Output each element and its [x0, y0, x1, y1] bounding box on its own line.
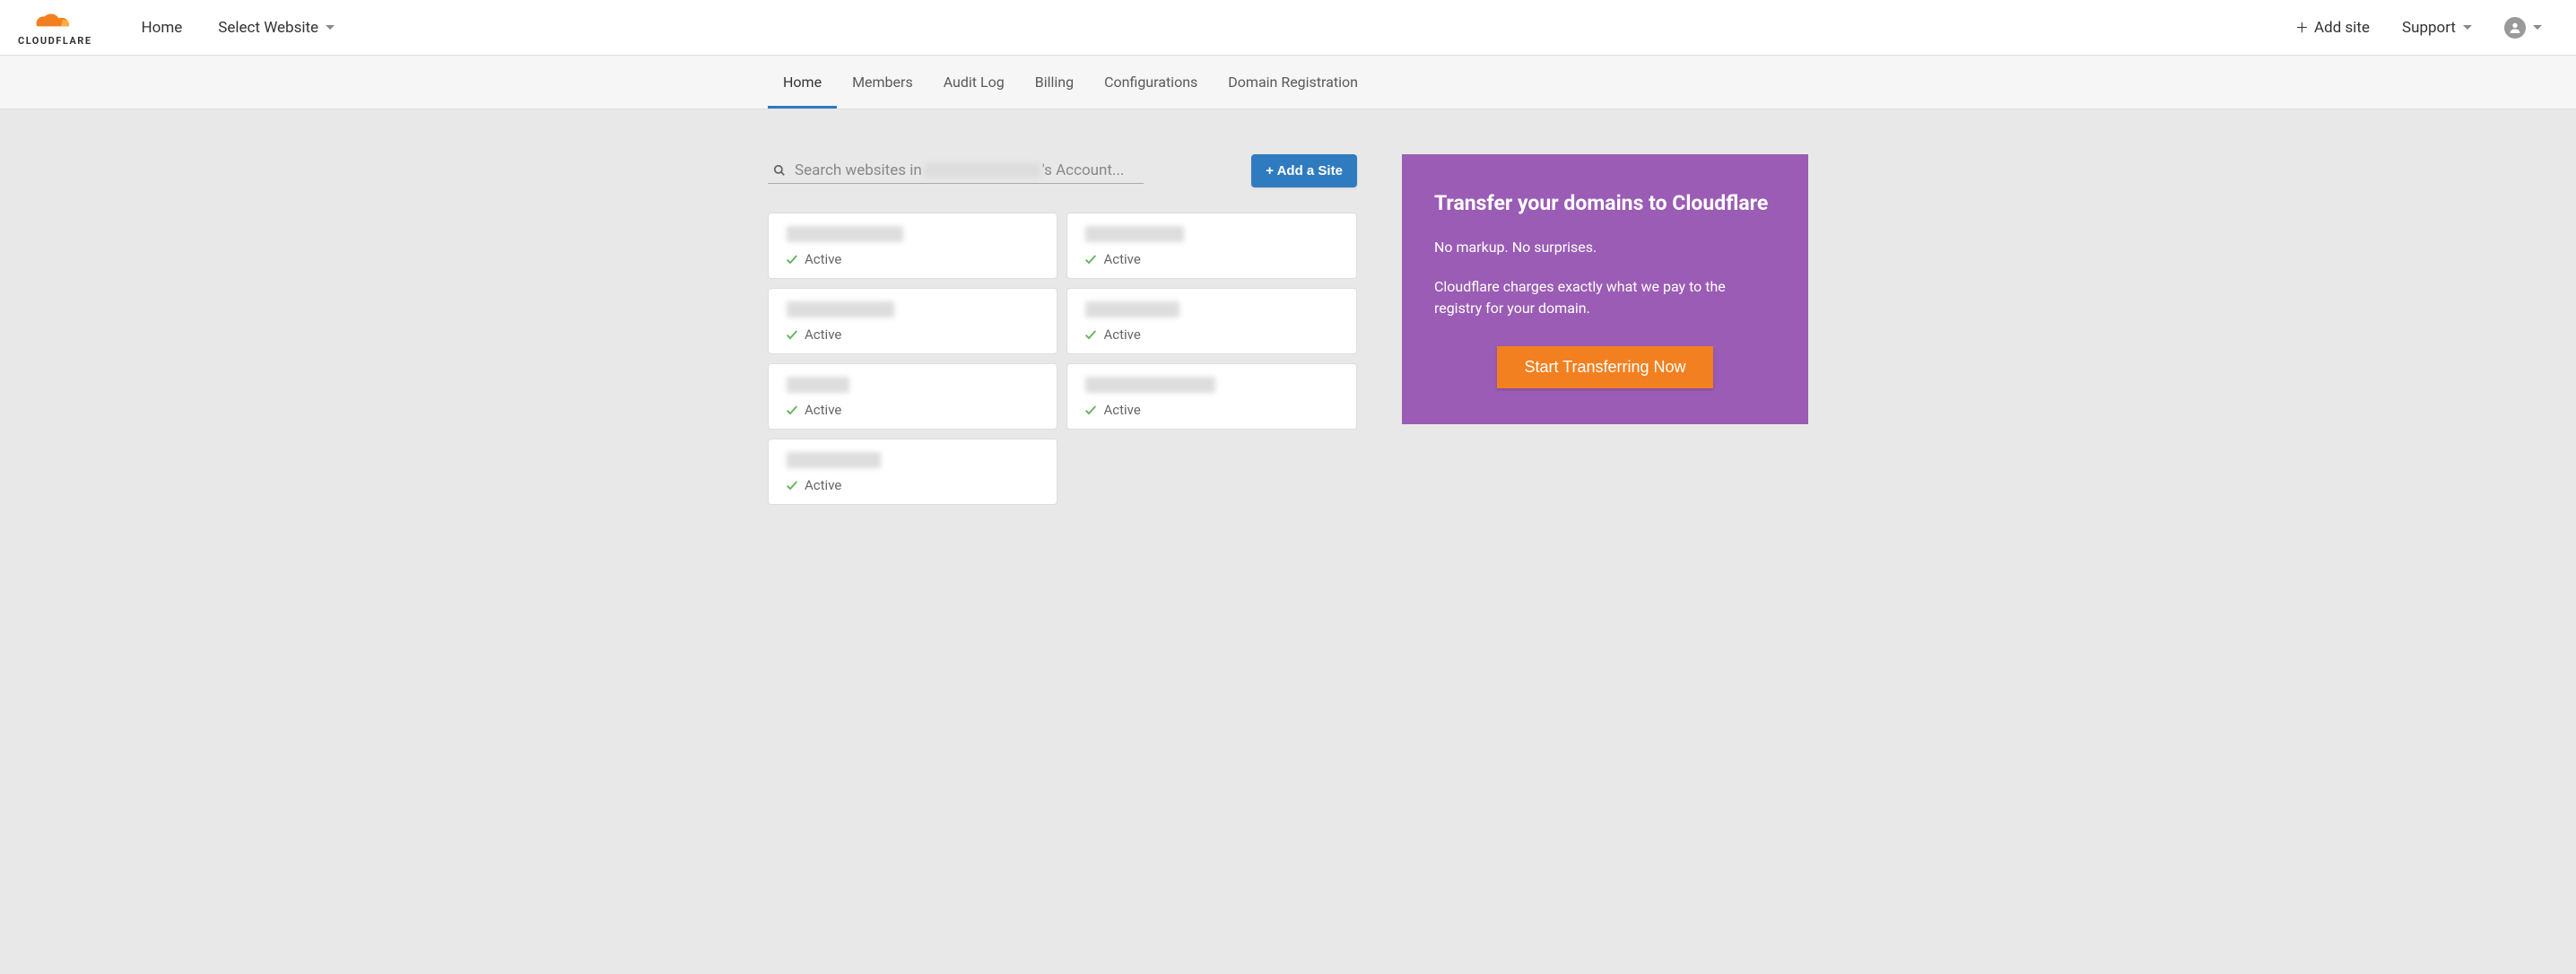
cloudflare-cloud-icon	[30, 8, 80, 33]
redacted-domain	[1085, 377, 1215, 393]
side-column: Transfer your domains to Cloudflare No m…	[1402, 154, 1808, 424]
add-site-label: Add site	[2314, 19, 2370, 37]
site-card[interactable]: Active	[1066, 288, 1356, 354]
main-column: Search websites in 's Account... + Add a…	[768, 154, 1357, 505]
status-badge: Active	[785, 251, 1040, 267]
tab-home[interactable]: Home	[768, 56, 837, 109]
search-icon	[773, 164, 786, 177]
site-card[interactable]: Active	[768, 439, 1057, 505]
site-card[interactable]: Active	[768, 363, 1057, 430]
chevron-down-icon	[2463, 25, 2472, 30]
add-site-button[interactable]: + Add a Site	[1251, 154, 1357, 187]
status-badge: Active	[785, 402, 1040, 418]
check-icon	[785, 327, 799, 342]
user-menu[interactable]	[2488, 17, 2558, 39]
check-icon	[1083, 403, 1098, 417]
promo-card: Transfer your domains to Cloudflare No m…	[1402, 154, 1808, 424]
redacted-domain	[787, 377, 849, 393]
nav-support[interactable]: Support	[2386, 19, 2488, 37]
status-badge: Active	[785, 326, 1040, 343]
site-card[interactable]: Active	[1066, 363, 1356, 430]
site-card[interactable]: Active	[768, 288, 1057, 354]
search-placeholder: Search websites in 's Account...	[795, 161, 1124, 179]
redacted-domain	[787, 226, 903, 242]
brand-text: CLOUDFLARE	[18, 35, 92, 47]
nav-select-website-label: Select Website	[218, 19, 318, 37]
status-badge: Active	[785, 477, 1040, 493]
promo-title: Transfer your domains to Cloudflare	[1434, 190, 1776, 217]
site-card[interactable]: Active	[768, 213, 1057, 279]
check-icon	[1083, 252, 1098, 266]
nav-home-label: Home	[142, 19, 183, 37]
redacted-account-name	[924, 163, 1040, 178]
tab-billing[interactable]: Billing	[1020, 56, 1089, 109]
nav-support-label: Support	[2402, 19, 2456, 37]
search-input[interactable]: Search websites in 's Account...	[768, 158, 1144, 184]
nav-select-website[interactable]: Select Website	[200, 19, 352, 37]
top-bar: CLOUDFLARE Home Select Website ＋ Add sit…	[0, 0, 2576, 56]
avatar-icon	[2504, 17, 2526, 39]
status-badge: Active	[1083, 326, 1339, 343]
site-card[interactable]: Active	[1066, 213, 1356, 279]
chevron-down-icon	[326, 25, 335, 30]
check-icon	[785, 403, 799, 417]
tab-configurations[interactable]: Configurations	[1089, 56, 1213, 109]
content: Search websites in 's Account... + Add a…	[759, 109, 1817, 559]
check-icon	[785, 478, 799, 492]
logo[interactable]: CLOUDFLARE	[18, 8, 92, 47]
status-badge: Active	[1083, 402, 1339, 418]
sub-nav: Home Members Audit Log Billing Configura…	[0, 56, 2576, 109]
add-site-link[interactable]: ＋ Add site	[2279, 18, 2386, 37]
tab-members[interactable]: Members	[837, 56, 928, 109]
tab-domain-registration[interactable]: Domain Registration	[1213, 56, 1373, 109]
redacted-domain	[1085, 226, 1184, 242]
status-badge: Active	[1083, 251, 1339, 267]
redacted-domain	[1085, 301, 1179, 317]
tab-audit-log[interactable]: Audit Log	[928, 56, 1020, 109]
search-row: Search websites in 's Account... + Add a…	[768, 154, 1357, 187]
promo-line2: Cloudflare charges exactly what we pay t…	[1434, 276, 1776, 319]
site-grid: Active Active Active	[768, 213, 1357, 505]
nav-home[interactable]: Home	[124, 19, 201, 37]
redacted-domain	[787, 301, 894, 317]
chevron-down-icon	[2533, 25, 2542, 30]
check-icon	[1083, 327, 1098, 342]
start-transferring-button[interactable]: Start Transferring Now	[1497, 346, 1712, 388]
promo-line1: No markup. No surprises.	[1434, 237, 1776, 258]
plus-icon: ＋	[2295, 18, 2309, 37]
check-icon	[785, 252, 799, 266]
redacted-domain	[787, 452, 881, 468]
